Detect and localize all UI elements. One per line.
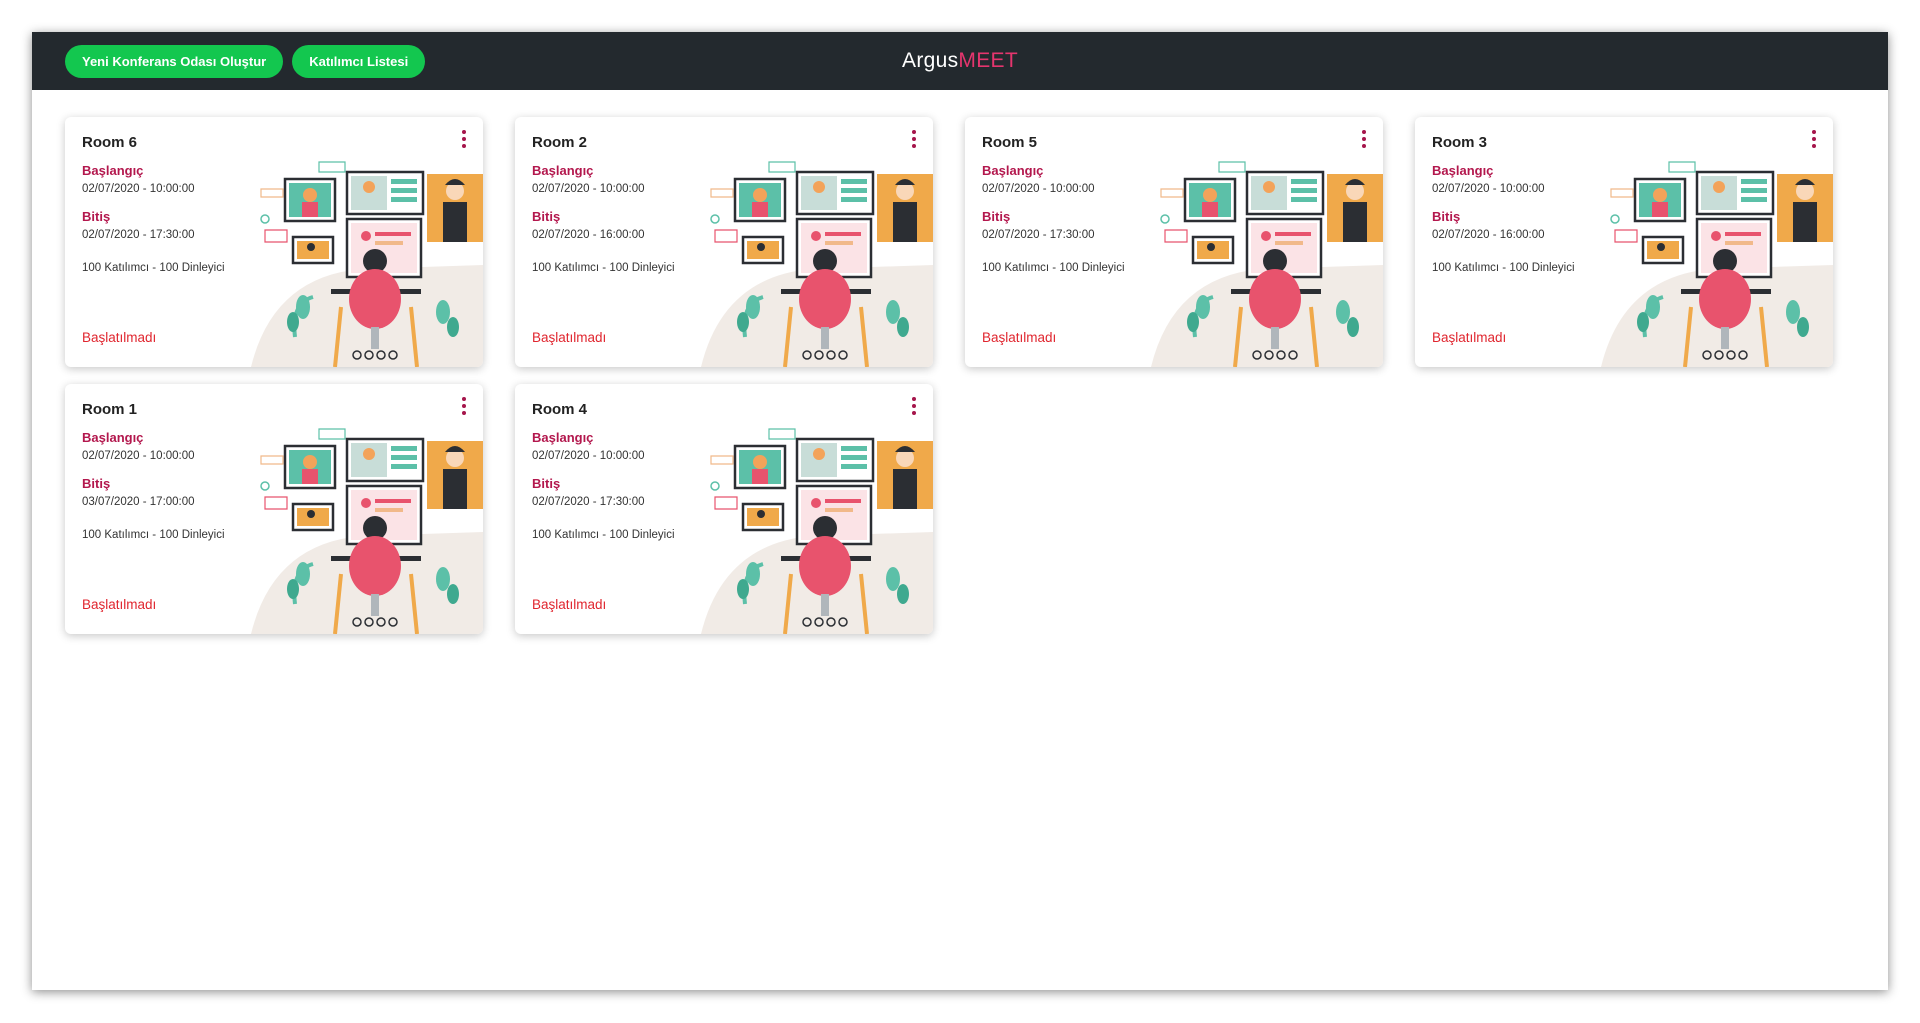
more-vertical-icon[interactable] xyxy=(457,129,471,149)
more-vertical-icon[interactable] xyxy=(907,129,921,149)
start-datetime: 02/07/2020 - 10:00:00 xyxy=(982,183,1095,195)
end-label: Bitiş xyxy=(82,476,111,491)
create-conference-room-button[interactable]: Yeni Konferans Odası Oluştur xyxy=(65,44,284,78)
room-status: Başlatılmadı xyxy=(1432,330,1507,345)
room-title: Room 4 xyxy=(532,401,588,418)
end-label: Bitiş xyxy=(982,209,1011,224)
video-conference-illustration xyxy=(251,424,483,634)
start-label: Başlangıç xyxy=(982,163,1044,178)
room-title: Room 3 xyxy=(1432,134,1488,151)
end-datetime: 03/07/2020 - 17:00:00 xyxy=(82,496,195,508)
end-label: Bitiş xyxy=(532,476,561,491)
end-datetime: 02/07/2020 - 17:30:00 xyxy=(532,496,645,508)
more-vertical-icon[interactable] xyxy=(457,396,471,416)
end-datetime: 02/07/2020 - 17:30:00 xyxy=(82,229,195,241)
start-datetime: 02/07/2020 - 10:00:00 xyxy=(532,183,645,195)
room-status: Başlatılmadı xyxy=(982,330,1057,345)
start-datetime: 02/07/2020 - 10:00:00 xyxy=(1432,183,1545,195)
more-vertical-icon[interactable] xyxy=(1357,129,1371,149)
room-status: Başlatılmadı xyxy=(532,330,607,345)
video-conference-illustration xyxy=(1151,157,1383,367)
start-label: Başlangıç xyxy=(1432,163,1494,178)
capacity-info: 100 Katılımcı - 100 Dinleyici xyxy=(82,529,225,541)
video-conference-illustration xyxy=(251,157,483,367)
top-navbar: Yeni Konferans Odası Oluştur Katılımcı L… xyxy=(32,32,1888,90)
video-conference-illustration xyxy=(701,157,933,367)
room-card[interactable]: Room 3 Başlangıç 02/07/2020 - 10:00:00 B… xyxy=(1415,117,1833,367)
start-datetime: 02/07/2020 - 10:00:00 xyxy=(82,450,195,462)
end-label: Bitiş xyxy=(1432,209,1461,224)
brand-name-part2: MEET xyxy=(958,49,1018,72)
brand-name-part1: Argus xyxy=(902,49,959,72)
room-title: Room 1 xyxy=(82,401,138,418)
start-label: Başlangıç xyxy=(532,430,594,445)
participant-list-button[interactable]: Katılımcı Listesi xyxy=(292,44,426,78)
room-card[interactable]: Room 5 Başlangıç 02/07/2020 - 10:00:00 B… xyxy=(965,117,1383,367)
more-vertical-icon[interactable] xyxy=(907,396,921,416)
start-label: Başlangıç xyxy=(532,163,594,178)
room-title: Room 5 xyxy=(982,134,1038,151)
room-status: Başlatılmadı xyxy=(82,330,157,345)
room-title: Room 2 xyxy=(532,134,588,151)
end-datetime: 02/07/2020 - 16:00:00 xyxy=(1432,229,1545,241)
start-datetime: 02/07/2020 - 10:00:00 xyxy=(82,183,195,195)
end-label: Bitiş xyxy=(82,209,111,224)
end-datetime: 02/07/2020 - 16:00:00 xyxy=(532,229,645,241)
start-label: Başlangıç xyxy=(82,163,144,178)
end-datetime: 02/07/2020 - 17:30:00 xyxy=(982,229,1095,241)
capacity-info: 100 Katılımcı - 100 Dinleyici xyxy=(532,262,675,274)
more-vertical-icon[interactable] xyxy=(1807,129,1821,149)
end-label: Bitiş xyxy=(532,209,561,224)
room-card[interactable]: Room 4 Başlangıç 02/07/2020 - 10:00:00 B… xyxy=(515,384,933,634)
capacity-info: 100 Katılımcı - 100 Dinleyici xyxy=(1432,262,1575,274)
video-conference-illustration xyxy=(701,424,933,634)
room-card-grid: Room 6 Başlangıç 02/07/2020 - 10:00:00 B… xyxy=(65,117,1833,634)
app-window: Yeni Konferans Odası Oluştur Katılımcı L… xyxy=(32,32,1888,990)
brand-logo: ArgusMEET xyxy=(902,49,1018,73)
start-label: Başlangıç xyxy=(82,430,144,445)
room-title: Room 6 xyxy=(82,134,138,151)
room-status: Başlatılmadı xyxy=(82,597,157,612)
room-status: Başlatılmadı xyxy=(532,597,607,612)
room-card[interactable]: Room 1 Başlangıç 02/07/2020 - 10:00:00 B… xyxy=(65,384,483,634)
capacity-info: 100 Katılımcı - 100 Dinleyici xyxy=(982,262,1125,274)
video-conference-illustration xyxy=(1601,157,1833,367)
room-card[interactable]: Room 6 Başlangıç 02/07/2020 - 10:00:00 B… xyxy=(65,117,483,367)
room-card[interactable]: Room 2 Başlangıç 02/07/2020 - 10:00:00 B… xyxy=(515,117,933,367)
capacity-info: 100 Katılımcı - 100 Dinleyici xyxy=(82,262,225,274)
start-datetime: 02/07/2020 - 10:00:00 xyxy=(532,450,645,462)
capacity-info: 100 Katılımcı - 100 Dinleyici xyxy=(532,529,675,541)
